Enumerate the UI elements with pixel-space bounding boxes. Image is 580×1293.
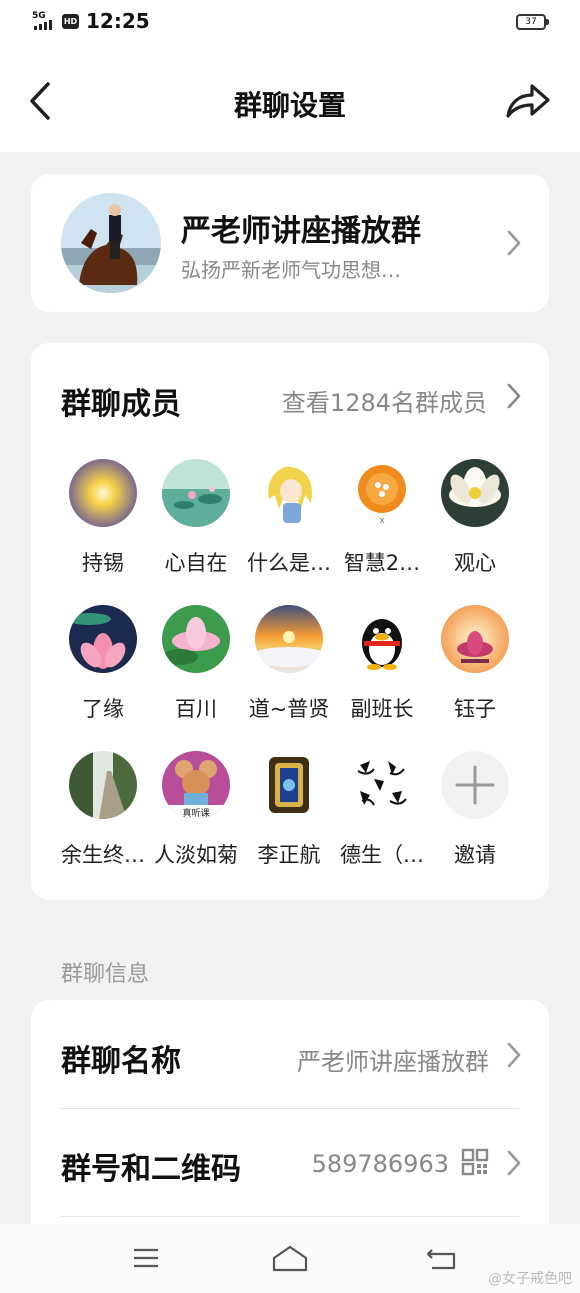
lotus-rays-avatar (441, 605, 509, 673)
member-name: 心自在 (164, 551, 228, 575)
group-name-row[interactable]: 群聊名称 严老师讲座播放群 (61, 1000, 521, 1108)
orange-sphere-avatar: X (348, 459, 416, 527)
svg-text:真听课: 真听课 (182, 807, 209, 819)
return-icon (426, 1249, 456, 1270)
member-item[interactable]: 德生（… (334, 751, 430, 869)
member-name: 德生（… (340, 843, 424, 867)
member-name: 百川 (175, 697, 217, 721)
group-number-qr-row[interactable]: 群号和二维码 589786963 (61, 1108, 521, 1216)
pink-lotus-avatar (69, 605, 137, 673)
chevron-right-icon (507, 383, 521, 409)
share-icon (506, 84, 550, 118)
member-name: 钰子 (454, 697, 496, 721)
member-item[interactable]: 了缘 (55, 605, 151, 723)
member-name: 人淡如菊 (154, 843, 238, 867)
member-item[interactable]: 持锡 (55, 459, 151, 577)
chevron-right-icon (507, 1150, 521, 1176)
chevron-right-icon (507, 230, 521, 256)
member-name: 道~普贤 (248, 697, 330, 721)
member-name: 什么是… (247, 551, 331, 575)
white-lotus-avatar (441, 459, 509, 527)
member-item[interactable]: 百川 (148, 605, 244, 723)
chevron-right-icon (507, 1042, 521, 1068)
member-item[interactable]: 李正航 (241, 751, 337, 869)
forest-path-avatar (69, 751, 137, 819)
share-button[interactable] (502, 76, 554, 126)
member-name: 了缘 (82, 697, 124, 721)
member-item[interactable]: X 智慧2… (334, 459, 430, 577)
invite-label: 邀请 (454, 843, 496, 867)
sunset-clouds-avatar (255, 605, 323, 673)
member-name: 余生终… (61, 843, 145, 867)
row-value: 589786963 (311, 1150, 449, 1178)
row-label: 群号和二维码 (61, 1152, 241, 1187)
menu-button[interactable] (126, 1244, 166, 1274)
anime-girl-avatar (255, 459, 323, 527)
row-label: 群聊名称 (61, 1044, 181, 1079)
members-card: 群聊成员 查看1284名群成员 持锡 心自在 什么是… X 智慧2… 观心 了缘… (31, 343, 549, 900)
divider (61, 1216, 519, 1217)
home-icon (272, 1245, 308, 1272)
group-name: 严老师讲座播放群 (181, 214, 421, 249)
sun-avatar (69, 459, 137, 527)
group-profile-card[interactable]: 严老师讲座播放群 弘扬严新老师气功思想… (31, 174, 549, 312)
hd-badge: HD (62, 14, 79, 29)
watermark: @女子戒色吧 (488, 1271, 572, 1287)
battery-icon: 37 (516, 14, 549, 30)
member-item[interactable]: 钰子 (427, 605, 523, 723)
group-info-card: 群聊名称 严老师讲座播放群 群号和二维码 589786963 (31, 1000, 549, 1240)
back-nav-button[interactable] (422, 1244, 462, 1274)
svg-text:X: X (380, 517, 385, 525)
status-bar: 5G HD 12:25 37 (0, 0, 580, 48)
shrine-avatar (255, 751, 323, 819)
member-name: 持锡 (82, 551, 124, 575)
member-name: 观心 (454, 551, 496, 575)
group-avatar (61, 193, 161, 293)
row-value: 严老师讲座播放群 (297, 1048, 489, 1076)
member-item[interactable]: 道~普贤 (241, 605, 337, 723)
status-time: 12:25 (86, 9, 150, 33)
cartoon-mouse-avatar: 真听课 (162, 751, 230, 819)
section-title-group-info: 群聊信息 (61, 962, 150, 987)
member-name: 李正航 (257, 843, 321, 867)
penguin-avatar (348, 605, 416, 673)
group-description: 弘扬严新老师气功思想… (181, 258, 401, 282)
calligraphy-avatar (348, 751, 416, 819)
lotus-pond-avatar (162, 459, 230, 527)
member-item[interactable]: 什么是… (241, 459, 337, 577)
nav-bar: 群聊设置 (0, 48, 580, 152)
member-item[interactable]: 真听课 人淡如菊 (148, 751, 244, 869)
invite-member-button[interactable]: 邀请 (427, 751, 523, 869)
member-item[interactable]: 心自在 (148, 459, 244, 577)
home-button[interactable] (270, 1244, 310, 1274)
lotus-leaf-avatar (162, 605, 230, 673)
view-all-members-link[interactable]: 查看1284名群成员 (282, 383, 487, 418)
member-name: 智慧2… (343, 551, 421, 575)
member-item[interactable]: 余生终… (55, 751, 151, 869)
signal-icon: 5G (32, 11, 58, 31)
menu-icon (134, 1248, 158, 1268)
qr-code-icon (461, 1148, 489, 1176)
member-item[interactable]: 观心 (427, 459, 523, 577)
members-heading: 群聊成员 (61, 387, 181, 422)
member-item[interactable]: 副班长 (334, 605, 430, 723)
member-name: 副班长 (350, 697, 414, 721)
plus-icon (441, 751, 509, 819)
page-title: 群聊设置 (233, 89, 346, 122)
